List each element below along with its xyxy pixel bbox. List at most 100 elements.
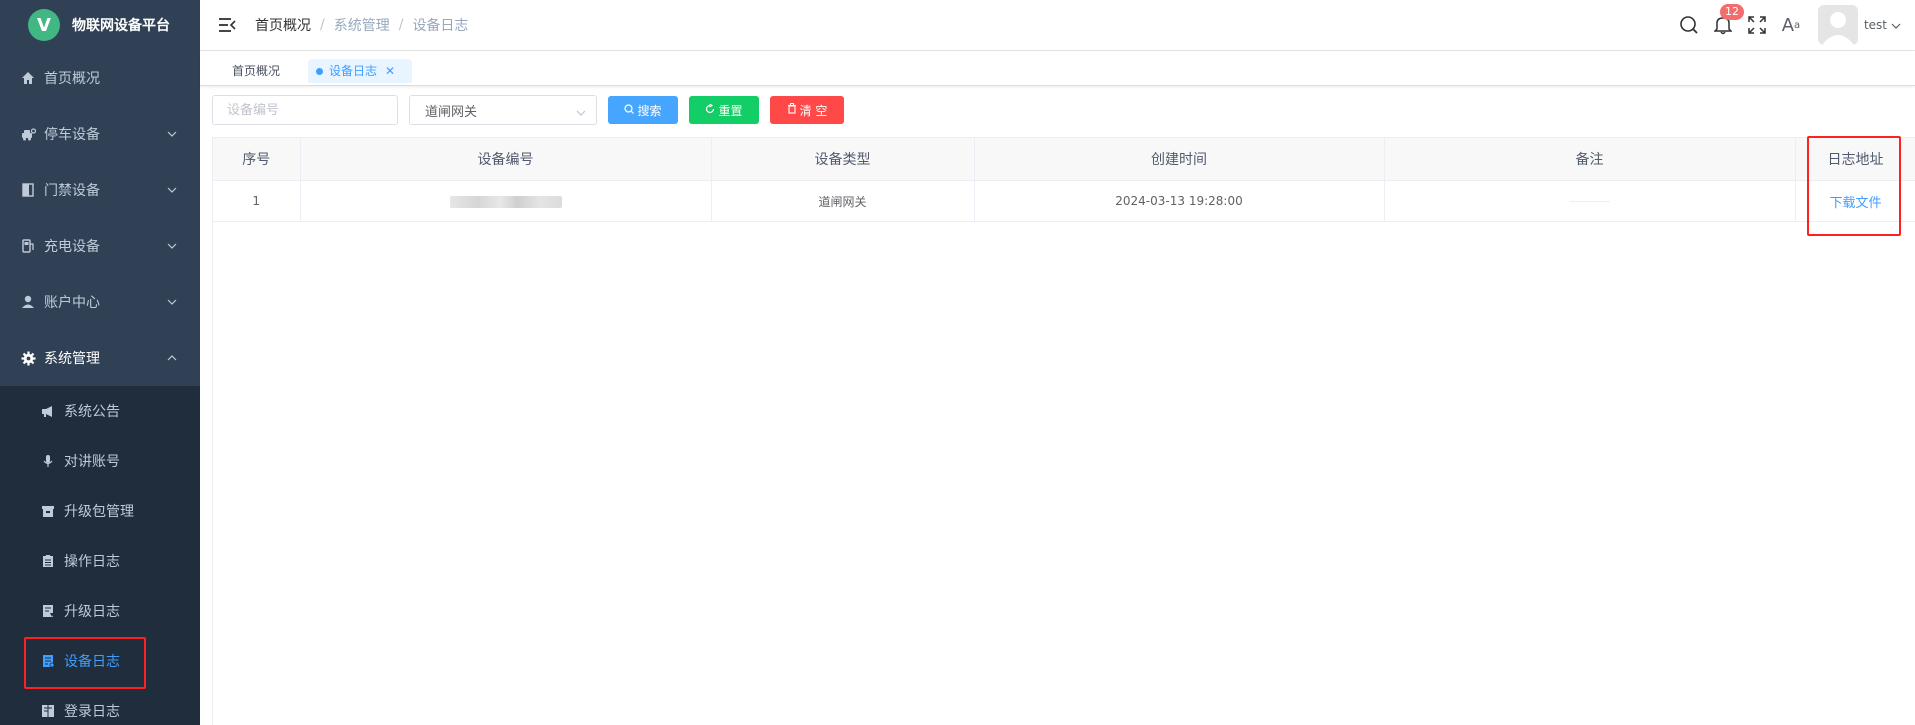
logo-mark: V bbox=[28, 9, 60, 41]
sidebar-item-upgrade-package[interactable]: 升级包管理 bbox=[0, 486, 200, 536]
active-dot-icon bbox=[316, 67, 323, 75]
breadcrumb-separator: / bbox=[320, 17, 325, 33]
bell-icon[interactable]: 12 bbox=[1712, 4, 1744, 36]
tag-home[interactable]: 首页概况 bbox=[224, 59, 288, 83]
cell-log-address: 下载文件 bbox=[1795, 180, 1915, 222]
login-log-icon bbox=[40, 703, 56, 719]
tag-label: 首页概况 bbox=[232, 64, 281, 78]
megaphone-icon bbox=[40, 403, 56, 419]
device-type-value: 道闸网关 bbox=[425, 104, 478, 120]
search-icon[interactable] bbox=[1678, 14, 1700, 36]
log-icon bbox=[40, 603, 56, 619]
sidebar-item-intercom[interactable]: 对讲账号 bbox=[0, 436, 200, 486]
sidebar-item-label: 门禁设备 bbox=[44, 183, 100, 199]
font-size-icon-small: a bbox=[1794, 19, 1801, 31]
user-icon bbox=[20, 294, 36, 310]
gear-icon bbox=[20, 350, 36, 366]
clear-button-label: 清 空 bbox=[799, 103, 828, 118]
chevron-down-icon[interactable] bbox=[1891, 17, 1901, 33]
hamburger-icon[interactable] bbox=[217, 15, 237, 35]
device-type-select[interactable]: 道闸网关 bbox=[409, 95, 597, 125]
package-icon bbox=[40, 503, 56, 519]
clipboard-icon bbox=[40, 553, 56, 569]
column-header-device-type: 设备类型 bbox=[711, 138, 975, 181]
breadcrumb-current: 设备日志 bbox=[412, 18, 469, 34]
breadcrumb: 首页概况 / 系统管理 / 设备日志 bbox=[255, 15, 468, 35]
chevron-down-icon bbox=[576, 105, 586, 120]
sidebar-item-label: 对讲账号 bbox=[64, 454, 120, 470]
sidebar-item-label: 首页概况 bbox=[44, 71, 100, 87]
sidebar-item-account[interactable]: 账户中心 bbox=[0, 274, 200, 330]
door-icon bbox=[20, 182, 36, 198]
sidebar-item-label: 系统公告 bbox=[64, 404, 120, 420]
column-header-created-time: 创建时间 bbox=[974, 138, 1385, 181]
tags-view: 首页概况 设备日志 ✕ bbox=[200, 51, 1915, 86]
sidebar-item-label: 账户中心 bbox=[44, 295, 100, 311]
home-icon bbox=[20, 70, 36, 86]
trash-icon bbox=[787, 103, 797, 117]
device-number-input[interactable] bbox=[212, 95, 398, 125]
reset-button[interactable]: 重置 bbox=[689, 96, 759, 124]
close-icon[interactable]: ✕ bbox=[385, 59, 395, 83]
sidebar-item-device-log[interactable]: 设备日志 bbox=[0, 636, 200, 686]
column-header-remark: 备注 bbox=[1384, 138, 1796, 181]
sidebar-item-access[interactable]: 门禁设备 bbox=[0, 162, 200, 218]
font-size-icon-big: A bbox=[1781, 14, 1795, 36]
fullscreen-icon[interactable] bbox=[1746, 14, 1768, 36]
tag-device-log[interactable]: 设备日志 ✕ bbox=[308, 59, 412, 83]
avatar[interactable] bbox=[1817, 5, 1858, 45]
device-log-icon bbox=[40, 653, 56, 669]
font-size-icon[interactable]: Aa bbox=[1780, 14, 1802, 36]
navbar-right: 12 Aa test bbox=[1666, 0, 1901, 50]
chevron-down-icon bbox=[166, 240, 178, 252]
sidebar: V 物联网设备平台 首页概况 停车设备 门禁设备 充电设备 账户中心 系统管理 … bbox=[0, 0, 200, 725]
column-header-index: 序号 bbox=[213, 138, 301, 181]
search-form: 道闸网关 搜索 重置 清 空 bbox=[212, 95, 844, 125]
column-header-device-number: 设备编号 bbox=[300, 138, 712, 181]
empty-remark bbox=[1569, 201, 1610, 202]
app-title: 物联网设备平台 bbox=[72, 18, 170, 34]
sidebar-item-label: 升级日志 bbox=[64, 604, 120, 620]
chevron-down-icon bbox=[166, 128, 178, 140]
column-header-log-address: 日志地址 bbox=[1795, 138, 1915, 181]
system-submenu: 系统公告 对讲账号 升级包管理 操作日志 升级日志 设备日志 登录日志 bbox=[0, 386, 200, 725]
download-file-link[interactable]: 下载文件 bbox=[1829, 196, 1881, 211]
clear-button[interactable]: 清 空 bbox=[770, 96, 844, 124]
sidebar-item-home[interactable]: 首页概况 bbox=[0, 50, 200, 106]
charger-icon bbox=[20, 238, 36, 254]
refresh-icon bbox=[705, 103, 715, 117]
tag-label: 设备日志 bbox=[329, 64, 378, 78]
car-icon bbox=[20, 126, 36, 142]
search-button-label: 搜索 bbox=[637, 103, 662, 118]
sidebar-item-label: 登录日志 bbox=[64, 704, 120, 720]
cell-index: 1 bbox=[213, 180, 301, 222]
sidebar-item-label: 系统管理 bbox=[44, 351, 100, 367]
sidebar-item-label: 停车设备 bbox=[44, 127, 100, 143]
sidebar-item-upgrade-log[interactable]: 升级日志 bbox=[0, 586, 200, 636]
breadcrumb-separator: / bbox=[398, 17, 404, 33]
sidebar-item-charging[interactable]: 充电设备 bbox=[0, 218, 200, 274]
sidebar-item-system[interactable]: 系统管理 bbox=[0, 330, 200, 386]
sidebar-item-label: 设备日志 bbox=[64, 654, 120, 670]
sidebar-item-operation-log[interactable]: 操作日志 bbox=[0, 536, 200, 586]
chevron-up-icon bbox=[166, 352, 178, 364]
cell-device-type: 道闸网关 bbox=[711, 180, 975, 222]
breadcrumb-home[interactable]: 首页概况 bbox=[255, 15, 311, 35]
sidebar-item-login-log[interactable]: 登录日志 bbox=[0, 686, 200, 725]
sidebar-item-label: 操作日志 bbox=[64, 554, 120, 570]
sidebar-item-parking[interactable]: 停车设备 bbox=[0, 106, 200, 162]
cell-created-time: 2024-03-13 19:28:00 bbox=[974, 180, 1385, 222]
sidebar-item-label: 充电设备 bbox=[44, 239, 100, 255]
username[interactable]: test bbox=[1864, 18, 1887, 32]
table-row: 1 道闸网关 2024-03-13 19:28:00 下载文件 bbox=[213, 180, 1915, 222]
sidebar-item-announcement[interactable]: 系统公告 bbox=[0, 386, 200, 436]
cell-remark bbox=[1384, 180, 1796, 222]
chevron-down-icon bbox=[166, 296, 178, 308]
sidebar-item-label: 升级包管理 bbox=[64, 504, 134, 520]
microphone-icon bbox=[40, 453, 56, 469]
top-navbar: 首页概况 / 系统管理 / 设备日志 12 Aa test bbox=[200, 0, 1915, 51]
search-button[interactable]: 搜索 bbox=[608, 96, 678, 124]
cell-device-number bbox=[300, 180, 712, 222]
reset-button-label: 重置 bbox=[718, 103, 743, 118]
app-logo[interactable]: V 物联网设备平台 bbox=[0, 0, 200, 50]
